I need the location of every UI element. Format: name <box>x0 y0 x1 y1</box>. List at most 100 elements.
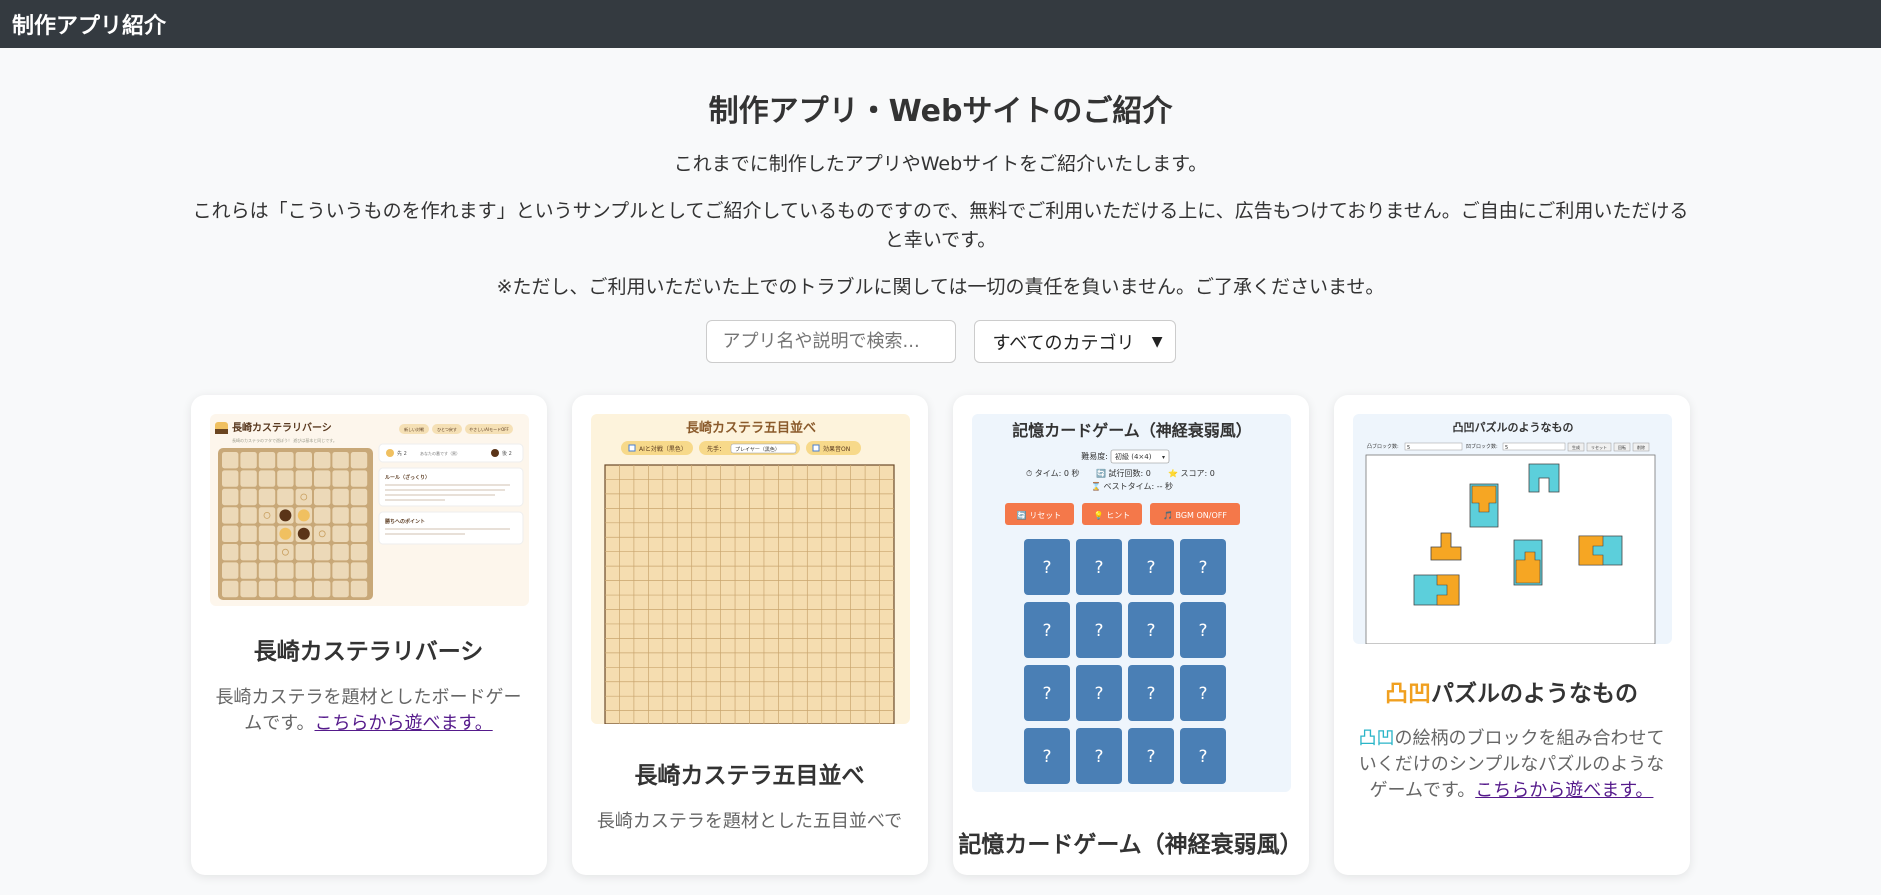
memory-thumb-hint: 💡 ヒント <box>1093 510 1130 520</box>
reversi-cell <box>221 562 238 579</box>
reversi-thumb-rule-title: ルール（ざっくり） <box>385 474 430 481</box>
play-link[interactable]: こちらから遊べます。 <box>315 713 493 734</box>
reversi-cell <box>276 580 294 598</box>
puzzle-block <box>1513 539 1542 586</box>
reversi-thumb-player1: 先 2 <box>397 450 407 457</box>
memory-card-face: ? <box>1094 747 1103 767</box>
puzzle-block <box>1578 535 1622 566</box>
reversi-cell <box>221 488 238 506</box>
filter-controls: すべてのカテゴリ ▼ <box>0 320 1881 363</box>
reversi-cell <box>221 580 238 598</box>
reversi-cell <box>350 452 367 469</box>
reversi-cell <box>331 525 349 542</box>
reversi-cell <box>313 507 330 524</box>
app-card-grid: 長崎カステラリバーシ 長崎のカステラのフタで遊ぼう！ 遊びは基本と同じです。 新… <box>190 395 1691 895</box>
gomoku-board <box>604 465 894 724</box>
reversi-cell <box>331 544 349 561</box>
gomoku-thumb-opt1: AIと対戦（黒色） <box>639 445 687 453</box>
puzzle-thumb-btn4: 削除 <box>1637 444 1645 450</box>
reversi-cell <box>258 488 275 506</box>
gomoku-screenshot[interactable]: 長崎カステラ五目並べ AIと対戦（黒色） 先手： プレイヤー（黒色） 効果音ON <box>590 414 910 724</box>
app-card-puzzle: 凸凹パズルのようなもの 凸ブロック数: 5 凹ブロック数: 5 生成 リセット … <box>1333 395 1690 875</box>
reversi-cell <box>295 562 312 579</box>
reversi-cell <box>258 452 275 469</box>
reversi-cell <box>239 507 257 524</box>
memory-card-face: ? <box>1146 558 1155 578</box>
gomoku-thumb-opt2-label: 先手： <box>707 445 725 453</box>
reversi-cell <box>350 488 367 506</box>
puzzle-thumb-label1: 凸ブロック数: <box>1367 443 1399 450</box>
reversi-cell <box>350 525 367 542</box>
reversi-thumb-btn-new: 新しい対戦 <box>404 426 424 432</box>
memory-thumb-bgm: 🎵 BGM ON/OFF <box>1163 511 1227 520</box>
reversi-cell <box>258 562 275 579</box>
gomoku-thumb-opt2-value: プレイヤー（黒色） <box>735 446 780 453</box>
memory-card-face: ? <box>1042 621 1051 641</box>
reversi-cell <box>258 525 275 542</box>
memory-thumb-score: ⭐ スコア: 0 <box>1168 468 1215 478</box>
reversi-cell <box>313 452 330 469</box>
card-title: 長崎カステラリバーシ <box>253 639 484 665</box>
reversi-cell <box>350 562 367 579</box>
intro-section: 制作アプリ・Webサイトのご紹介 これまでに制作したアプリやWebサイトをご紹介… <box>0 92 1881 302</box>
reversi-thumb-btn-undo: ひとつ戻す <box>437 426 457 432</box>
gomoku-thumb-title: 長崎カステラ五目並べ <box>685 420 815 436</box>
puzzle-block <box>1469 483 1498 528</box>
puzzle-screenshot[interactable]: 凸凹パズルのようなもの 凸ブロック数: 5 凹ブロック数: 5 生成 リセット … <box>1352 414 1672 644</box>
reversi-cell <box>258 580 275 598</box>
reversi-thumb-status: あなたの番です（黒） <box>420 450 460 456</box>
reversi-cell <box>221 544 238 561</box>
puzzle-thumb-title: 凸凹パズルのようなもの <box>1452 420 1573 434</box>
memory-thumb-difficulty-value: 初級 (4×4) <box>1115 452 1152 461</box>
memory-card-face: ? <box>1146 684 1155 704</box>
reversi-cell <box>239 580 257 598</box>
reversi-cell <box>331 452 349 469</box>
site-header: 制作アプリ紹介 <box>0 0 1881 48</box>
site-title: 制作アプリ紹介 <box>12 14 167 39</box>
reversi-cell <box>313 580 330 598</box>
page-heading: 制作アプリ・Webサイトのご紹介 <box>708 94 1173 129</box>
puzzle-thumb-btn3: 回転 <box>1618 445 1626 450</box>
reversi-cell <box>221 452 238 469</box>
reversi-cell <box>313 544 330 561</box>
puzzle-desc-icons: 凸凹 <box>1358 728 1395 749</box>
reversi-cell <box>239 525 257 542</box>
puzzle-block <box>1413 574 1459 606</box>
reversi-cell <box>331 580 349 598</box>
reversi-thumb-subtitle: 長崎のカステラのフタで遊ぼう！ 遊びは基本と同じです。 <box>232 437 337 443</box>
search-input[interactable] <box>705 320 956 363</box>
reversi-cell <box>276 488 294 506</box>
memory-card-face: ? <box>1042 558 1051 578</box>
reversi-cell <box>221 470 238 487</box>
card-description: 凸凹の絵柄のブロックを組み合わせていくだけのシンプルなパズルのようなゲームです。… <box>1356 726 1668 804</box>
reversi-cell <box>313 470 330 487</box>
reversi-piece <box>278 527 291 540</box>
memory-screenshot[interactable]: 記憶カードゲーム（神経衰弱風） 難易度: 初級 (4×4) ▾ ⏱ タイム: 0… <box>971 414 1291 792</box>
memory-card-face: ? <box>1094 621 1103 641</box>
svg-text:▾: ▾ <box>1162 454 1165 461</box>
intro-text-2: これらは「こういうものを作れます」というサンプルとしてご紹介しているものですので… <box>192 200 1689 251</box>
puzzle-thumb-btn1: 生成 <box>1572 444 1580 450</box>
reversi-cell <box>276 452 294 469</box>
reversi-cell <box>350 507 367 524</box>
memory-card-face: ? <box>1198 747 1207 767</box>
reversi-cell <box>331 507 349 524</box>
reversi-thumb-title: 長崎カステラリバーシ <box>232 421 332 434</box>
category-select[interactable]: すべてのカテゴリ ▼ <box>973 320 1176 363</box>
reversi-thumb-tips-title: 勝ちへのポイント <box>385 518 425 525</box>
app-card-gomoku: 長崎カステラ五目並べ AIと対戦（黒色） 先手： プレイヤー（黒色） 効果音ON… <box>571 395 928 875</box>
puzzle-thumb-value2: 5 <box>1505 445 1508 451</box>
intro-disclaimer: ※ただし、ご利用いただいた上でのトラブルに関しては一切の責任を負いません。ご了承… <box>496 276 1385 298</box>
memory-card-face: ? <box>1146 747 1155 767</box>
play-link[interactable]: こちらから遊べます。 <box>1475 780 1653 801</box>
reversi-cell <box>221 525 238 542</box>
reversi-cell <box>258 544 275 561</box>
intro-text-1: これまでに制作したアプリやWebサイトをご紹介いたします。 <box>673 153 1208 175</box>
reversi-thumb-btn-ai: やさしいAIモードOFF <box>469 426 509 432</box>
memory-card-face: ? <box>1198 621 1207 641</box>
reversi-cell <box>350 544 367 561</box>
reversi-piece <box>297 509 310 522</box>
reversi-screenshot[interactable]: 長崎カステラリバーシ 長崎のカステラのフタで遊ぼう！ 遊びは基本と同じです。 新… <box>209 414 529 606</box>
memory-thumb-reset: 🔄 リセット <box>1016 510 1061 520</box>
reversi-cell <box>313 488 330 506</box>
